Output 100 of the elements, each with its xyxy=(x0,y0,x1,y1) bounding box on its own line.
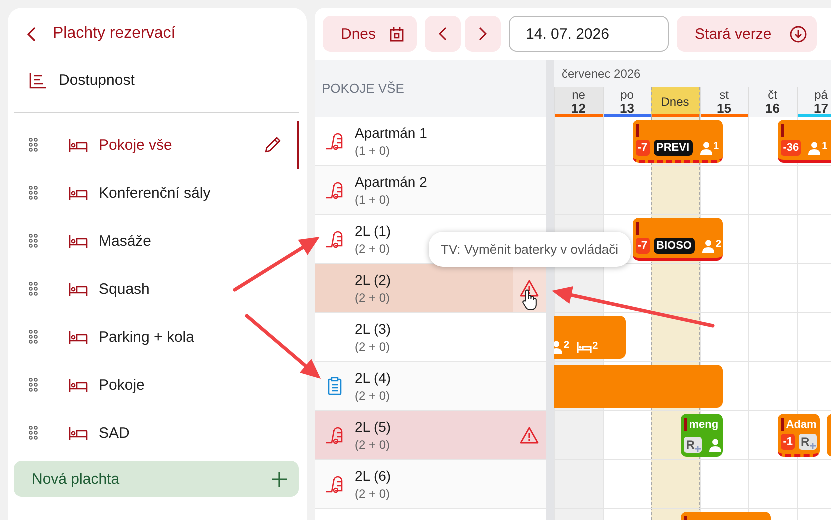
day-number: 12 xyxy=(572,102,586,115)
source-tag: BIOSO xyxy=(654,238,695,254)
guest-count: 2 xyxy=(716,240,722,248)
item-label[interactable]: Masáže xyxy=(99,232,299,250)
person-icon xyxy=(702,240,715,252)
chevron-right-icon xyxy=(479,27,488,41)
drag-handle-icon[interactable] xyxy=(29,138,38,152)
item-label[interactable]: SAD xyxy=(99,424,299,442)
vacuum-cleaner-icon xyxy=(325,230,345,248)
flag-marker xyxy=(636,124,639,137)
chevron-left-icon xyxy=(27,26,36,42)
plus-icon xyxy=(272,472,287,486)
room-capacity: (2 + 0) xyxy=(355,290,390,304)
flag-marker xyxy=(781,124,784,137)
room-name: 2L (5) xyxy=(355,418,392,434)
today-label: Dnes xyxy=(661,96,690,108)
person-icon xyxy=(700,142,713,154)
guest-count: 2 xyxy=(564,340,570,350)
person-icon xyxy=(808,142,822,154)
weekday-label: ne xyxy=(572,89,586,102)
booking-bar[interactable]: -7 BIOSO 2 xyxy=(632,218,723,261)
discount-badge: -1 xyxy=(781,434,796,450)
item-label[interactable]: Squash xyxy=(99,280,299,298)
tooltip: TV: Vyměnit baterky v ovládači xyxy=(429,232,630,267)
booking-bar[interactable]: meng R xyxy=(681,414,723,457)
bar-list-icon xyxy=(29,72,46,88)
room-name: 2L (3) xyxy=(355,320,392,336)
flag-marker xyxy=(636,222,639,235)
plus-icon xyxy=(694,446,701,452)
bed-icon xyxy=(576,342,592,352)
new-sheet-button[interactable]: Nová plachta xyxy=(14,461,299,497)
download-circle-icon xyxy=(790,26,807,42)
plus-icon xyxy=(810,443,816,449)
drag-handle-icon[interactable] xyxy=(29,330,38,344)
drag-handle-icon[interactable] xyxy=(29,282,38,296)
booking-bar[interactable]: -7 PREVI 1 xyxy=(632,120,723,163)
discount-badge: -36 xyxy=(781,140,802,156)
availability-link[interactable]: Dostupnost xyxy=(59,72,135,88)
drag-handle-icon[interactable] xyxy=(29,378,38,392)
panel-title: Plachty rezervací xyxy=(53,25,176,43)
previous-button[interactable] xyxy=(425,16,462,52)
clipboard-icon xyxy=(328,377,342,395)
flag-marker xyxy=(684,418,688,431)
item-label[interactable]: Pokoje xyxy=(99,376,299,394)
pencil-icon[interactable] xyxy=(264,136,282,154)
booking-bar[interactable]: Adam -1 R xyxy=(778,414,820,457)
day-number: 16 xyxy=(766,102,780,115)
discount-badge: -7 xyxy=(636,238,650,254)
guest-count: 1 xyxy=(822,142,828,150)
room-name: 2L (4) xyxy=(355,370,392,386)
person-icon xyxy=(708,438,722,452)
room-capacity: (2 + 0) xyxy=(355,438,390,452)
badge-letter: R xyxy=(801,435,810,449)
room-capacity: (2 + 0) xyxy=(355,388,390,402)
room-capacity: (2 + 0) xyxy=(355,340,390,354)
room-name: Apartmán 1 xyxy=(355,124,428,140)
month-label: červenec 2026 xyxy=(561,66,642,82)
item-label[interactable]: Parking + kola xyxy=(99,328,299,346)
weekday-label: pá xyxy=(814,89,828,102)
hand-cursor-icon xyxy=(522,289,538,311)
old-version-button[interactable]: Stará verze xyxy=(677,16,817,52)
vacuum-cleaner-icon xyxy=(325,180,345,200)
column-heading: POKOJE VŠE xyxy=(315,60,546,117)
chevron-left-icon xyxy=(439,27,448,41)
booking-bar[interactable]: -36 1 xyxy=(778,120,831,163)
back-button[interactable] xyxy=(27,26,36,42)
room-capacity: (1 + 0) xyxy=(355,192,390,206)
drag-handle-icon[interactable] xyxy=(29,234,38,248)
item-label[interactable]: Pokoje vše xyxy=(99,136,264,154)
drag-handle-icon[interactable] xyxy=(29,186,38,200)
source-tag: PREVI xyxy=(654,140,693,156)
room-row[interactable]: 2L (6) (2 + 0) xyxy=(315,460,546,509)
guest-count: 1 xyxy=(714,142,720,150)
room-name: 2L (6) xyxy=(355,468,392,484)
warning-icon[interactable] xyxy=(520,280,539,296)
vacuum-cleaner-icon xyxy=(325,132,345,150)
weekday-label: po xyxy=(620,89,634,102)
vacuum-cleaner-icon xyxy=(325,426,345,444)
guest-name: Adam xyxy=(786,418,817,430)
item-label[interactable]: Konferenční sály xyxy=(99,184,299,202)
discount-badge: -7 xyxy=(636,140,650,156)
weekday-label: st xyxy=(720,89,729,102)
room-capacity: (2 + 0) xyxy=(355,242,390,256)
today-button[interactable]: Dnes xyxy=(323,16,418,52)
bed-icon xyxy=(69,282,88,296)
bed-icon xyxy=(69,186,88,200)
room-capacity: (2 + 0) xyxy=(355,486,390,500)
date-field[interactable]: 14. 07. 2026 xyxy=(509,16,670,52)
room-row[interactable]: 2L (4) (2 + 0) xyxy=(315,362,546,411)
day-number: 15 xyxy=(717,102,732,115)
flag-marker xyxy=(781,418,784,431)
room-row[interactable]: Apartmán 2 (1 + 0) xyxy=(315,166,546,215)
day-number: 13 xyxy=(620,102,634,115)
bed-icon xyxy=(69,426,88,440)
room-name: Apartmán 2 xyxy=(355,174,428,190)
next-button[interactable] xyxy=(465,16,502,52)
room-row[interactable]: 2L (5) (2 + 0) xyxy=(315,411,546,460)
badge-letter: R xyxy=(686,438,695,452)
bed-icon xyxy=(69,234,88,248)
drag-handle-icon[interactable] xyxy=(29,426,38,440)
